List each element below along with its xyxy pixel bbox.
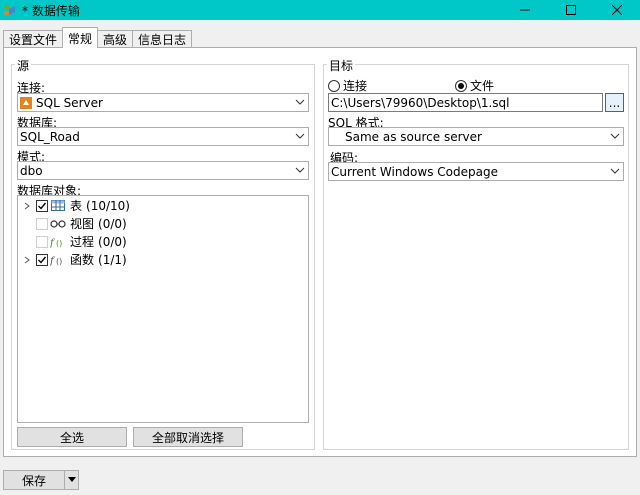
radio-connection-label: 连接 xyxy=(343,79,368,93)
tables-checkbox[interactable] xyxy=(36,199,48,212)
app-icon xyxy=(3,3,17,17)
title-bar: * 数据传输 xyxy=(0,0,640,20)
tree-item-count: (0/0) xyxy=(98,234,127,249)
sql-server-icon xyxy=(20,96,32,109)
dropdown-arrow-icon xyxy=(67,477,76,482)
tree-item-views[interactable]: 视图 (0/0) xyxy=(22,215,127,232)
maximize-icon xyxy=(566,5,576,15)
browse-label: ... xyxy=(608,95,621,110)
tree-item-functions[interactable]: f() 函数 (1/1) xyxy=(22,251,127,268)
save-split-button: 保存 xyxy=(3,470,79,490)
tree-item-label: 函数 xyxy=(70,253,95,267)
database-value: SQL_Road xyxy=(20,129,80,144)
tree-item-label: 表 xyxy=(70,199,83,213)
sql-format-value: Same as source server xyxy=(345,129,482,144)
general-panel: 源 连接: SQL Server 数据库: SQL_Road 模式: dbo 数… xyxy=(3,47,637,457)
functions-checkbox[interactable] xyxy=(36,253,48,266)
minimize-button[interactable] xyxy=(502,0,548,20)
tab-log[interactable]: 信息日志 xyxy=(132,30,193,48)
function-icon: f() xyxy=(50,254,66,266)
tab-strip: 设置文件 常规 高级 信息日志 xyxy=(3,27,193,48)
chevron-down-icon xyxy=(295,167,305,173)
tree-item-count: (1/1) xyxy=(98,252,127,267)
select-all-button[interactable]: 全选 xyxy=(17,427,127,447)
views-checkbox[interactable] xyxy=(36,217,48,230)
chevron-down-icon xyxy=(295,133,305,139)
schema-select[interactable]: dbo xyxy=(17,161,309,180)
window-title: * 数据传输 xyxy=(22,3,80,18)
database-select[interactable]: SQL_Road xyxy=(17,127,309,146)
tree-item-count: (10/10) xyxy=(86,198,130,213)
close-icon xyxy=(612,5,622,15)
chevron-down-icon xyxy=(610,133,620,139)
svg-text:(): () xyxy=(56,239,62,248)
expand-icon[interactable] xyxy=(22,255,32,265)
procedures-checkbox[interactable] xyxy=(36,235,48,248)
sql-format-select[interactable]: Same as source server xyxy=(328,127,624,146)
tree-item-procedures[interactable]: f() 过程 (0/0) xyxy=(22,233,127,250)
expand-icon[interactable] xyxy=(22,201,32,211)
check-icon xyxy=(38,256,47,264)
radio-connection[interactable]: 连接 xyxy=(328,77,367,94)
source-group-title: 源 xyxy=(15,57,32,74)
check-icon xyxy=(38,202,47,210)
radio-file-circle[interactable] xyxy=(455,79,467,92)
radio-file-label: 文件 xyxy=(470,79,495,93)
connection-value: SQL Server xyxy=(36,95,103,110)
tab-general[interactable]: 常规 xyxy=(62,27,99,48)
file-path-value: C:\Users\79960\Desktop\1.sql xyxy=(331,95,510,110)
schema-value: dbo xyxy=(20,163,43,178)
tree-item-label: 视图 xyxy=(70,217,95,231)
bottom-bar: 保存 xyxy=(0,457,640,495)
encoding-value: Current Windows Codepage xyxy=(331,164,498,179)
connection-select[interactable]: SQL Server xyxy=(17,93,309,112)
tree-item-label: 过程 xyxy=(70,235,95,249)
view-icon xyxy=(50,218,66,230)
target-group-title: 目标 xyxy=(327,57,356,74)
encoding-select[interactable]: Current Windows Codepage xyxy=(328,162,624,181)
file-path-input[interactable]: C:\Users\79960\Desktop\1.sql xyxy=(328,93,603,112)
browse-button[interactable]: ... xyxy=(605,93,624,112)
tab-advanced[interactable]: 高级 xyxy=(97,30,134,48)
chevron-down-icon xyxy=(295,99,305,105)
objects-tree[interactable]: 表 (10/10) 视图 (0/0) f() 过程 (0/0) f () 函数 … xyxy=(17,195,309,423)
minimize-icon xyxy=(520,9,530,11)
save-dropdown-button[interactable] xyxy=(65,470,79,490)
source-group: 源 连接: SQL Server 数据库: SQL_Road 模式: dbo 数… xyxy=(11,57,315,450)
procedure-icon: f() xyxy=(50,236,66,248)
tree-item-tables[interactable]: 表 (10/10) xyxy=(22,197,130,214)
close-button[interactable] xyxy=(594,0,640,20)
save-button[interactable]: 保存 xyxy=(3,470,65,490)
radio-file[interactable]: 文件 xyxy=(455,77,494,94)
table-icon xyxy=(50,200,66,212)
tree-item-count: (0/0) xyxy=(98,216,127,231)
target-group: 目标 连接 文件 C:\Users\79960\Desktop\1.sql ..… xyxy=(323,57,629,450)
tab-settings-file[interactable]: 设置文件 xyxy=(3,30,64,48)
svg-text:(): () xyxy=(56,257,62,266)
deselect-all-button[interactable]: 全部取消选择 xyxy=(133,427,243,447)
radio-connection-circle[interactable] xyxy=(328,79,340,92)
maximize-button[interactable] xyxy=(548,0,594,20)
chevron-down-icon xyxy=(610,168,620,174)
